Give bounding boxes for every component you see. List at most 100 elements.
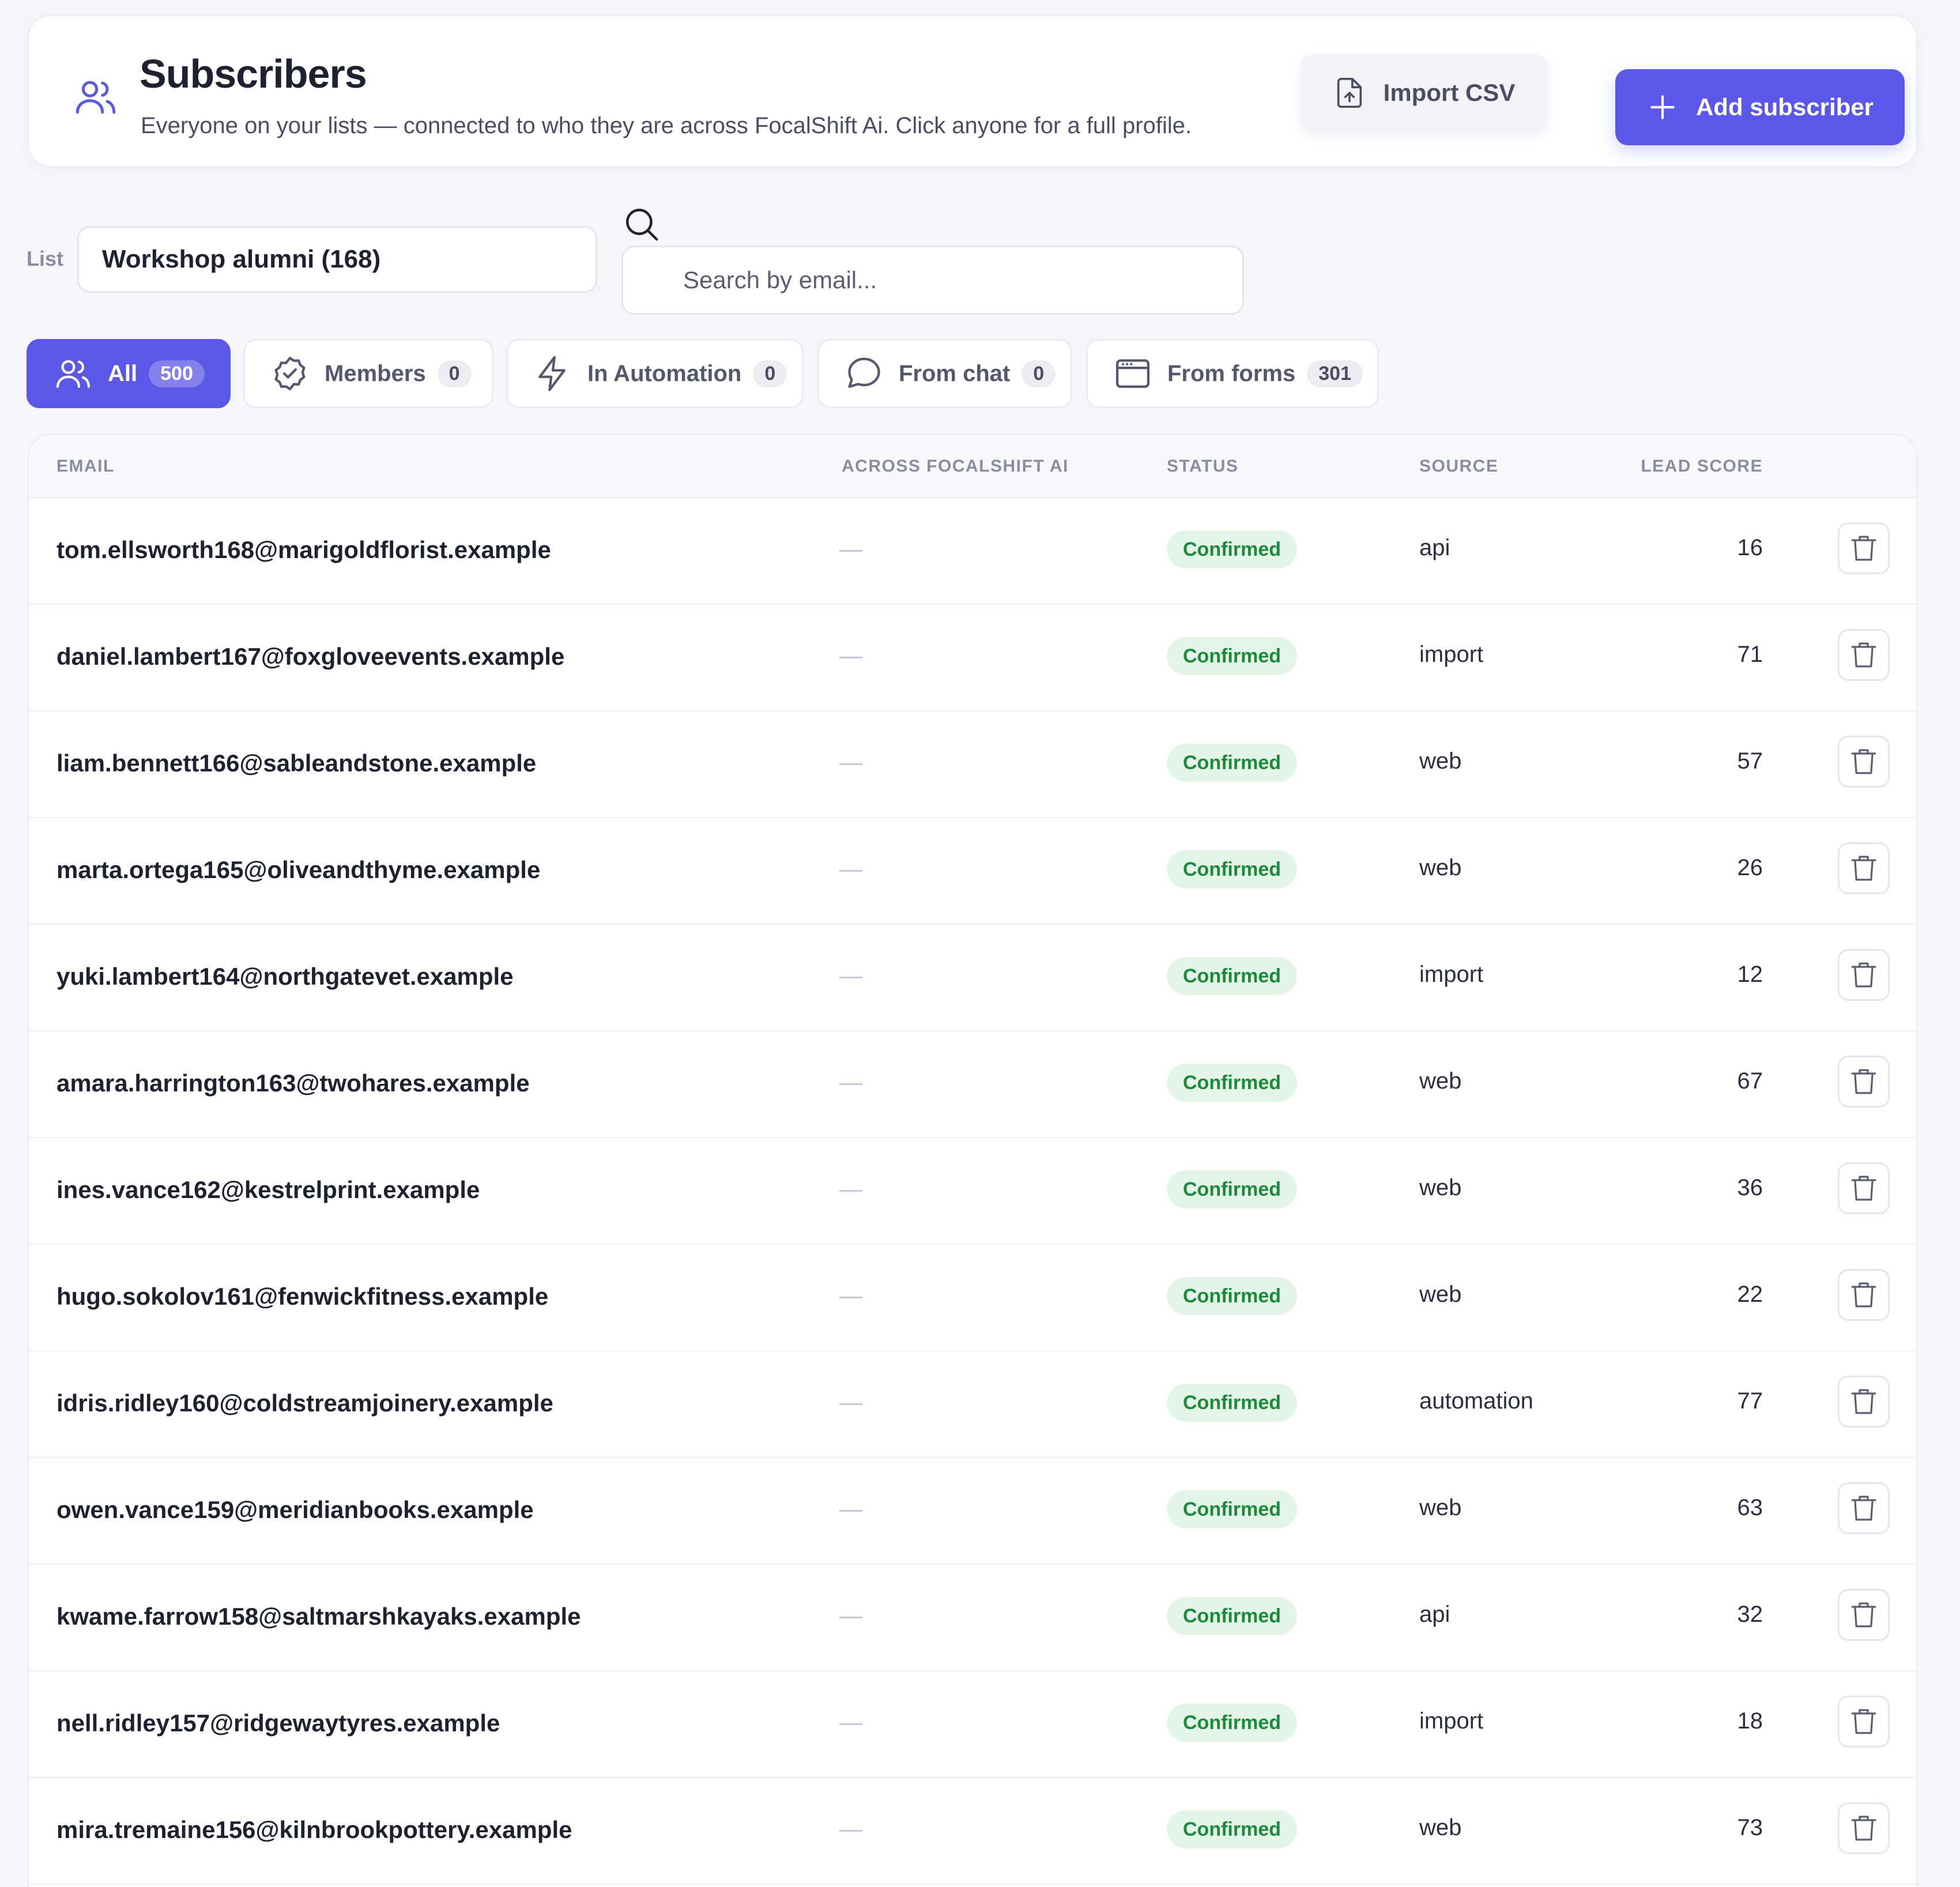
tab-from-chat[interactable]: From chat 0 xyxy=(817,339,1072,408)
status-badge: Confirmed xyxy=(1167,1384,1297,1422)
status-badge: Confirmed xyxy=(1167,530,1297,568)
trash-icon xyxy=(1851,962,1876,988)
delete-subscriber-button[interactable] xyxy=(1838,1696,1890,1747)
table-row[interactable]: liam.bennett166@sableandstone.example Con… xyxy=(29,711,1916,818)
tab-all[interactable]: All 500 xyxy=(27,339,231,408)
table-row[interactable]: mira.tremaine156@kilnbrookpottery.exampl… xyxy=(29,1778,1916,1885)
across-empty-dash xyxy=(839,1190,862,1192)
table-row[interactable]: nell.ridley157@ridgewaytyres.example Conf… xyxy=(29,1671,1916,1778)
table-row[interactable]: tom.ellsworth168@marigoldflorist.example… xyxy=(29,498,1916,605)
delete-subscriber-button[interactable] xyxy=(1838,736,1890,788)
column-header-lead-score[interactable]: LEAD SCORE xyxy=(1641,457,1763,476)
delete-subscriber-button[interactable] xyxy=(1838,1162,1890,1214)
tab-count-badge: 500 xyxy=(149,360,205,387)
subscriber-email[interactable]: owen.vance159@meridianbooks.example xyxy=(56,1496,534,1524)
users-icon xyxy=(76,81,116,114)
trash-icon xyxy=(1851,1496,1876,1521)
table-row[interactable]: amara.harrington163@twohares.example Conf… xyxy=(29,1031,1916,1138)
lead-score: 26 xyxy=(1737,855,1763,880)
status-badge: Confirmed xyxy=(1167,1810,1297,1848)
delete-subscriber-button[interactable] xyxy=(1838,522,1890,574)
search-icon xyxy=(626,209,658,241)
delete-subscriber-button[interactable] xyxy=(1838,629,1890,681)
subscriber-source: import xyxy=(1419,962,1484,987)
column-header-status[interactable]: STATUS xyxy=(1167,457,1239,476)
subscriber-email[interactable]: marta.ortega165@oliveandthyme.example xyxy=(56,856,540,884)
lead-score: 18 xyxy=(1737,1708,1763,1734)
subscriber-source: automation xyxy=(1419,1388,1533,1414)
list-select[interactable]: Workshop alumni (168) xyxy=(77,226,597,293)
add-subscriber-button[interactable]: Add subscriber xyxy=(1615,69,1905,145)
column-header-across[interactable]: ACROSS FOCALSHIFT AI xyxy=(842,457,1069,476)
trash-icon xyxy=(1851,1069,1876,1094)
trash-icon xyxy=(1851,1389,1876,1414)
users-icon xyxy=(56,360,91,388)
trash-icon xyxy=(1851,1176,1876,1201)
trash-icon xyxy=(1851,642,1876,668)
status-badge: Confirmed xyxy=(1167,1704,1297,1742)
subscriber-email[interactable]: hugo.sokolov161@fenwickfitness.example xyxy=(56,1283,548,1310)
tab-in-automation[interactable]: In Automation 0 xyxy=(506,339,804,408)
subscriber-source: web xyxy=(1419,1495,1462,1520)
subscriber-email[interactable]: daniel.lambert167@foxgloveevents.example xyxy=(56,643,564,671)
subscriber-email[interactable]: amara.harrington163@twohares.example xyxy=(56,1069,530,1097)
table-row[interactable]: hugo.sokolov161@fenwickfitness.example Co… xyxy=(29,1245,1916,1351)
lead-score: 32 xyxy=(1737,1602,1763,1627)
table-row[interactable]: kwame.farrow158@saltmarshkayaks.example C… xyxy=(29,1565,1916,1671)
import-csv-label: Import CSV xyxy=(1383,79,1516,106)
across-empty-dash xyxy=(839,1723,862,1725)
status-badge: Confirmed xyxy=(1167,1064,1297,1102)
verified-badge-icon xyxy=(274,356,306,391)
column-header-source[interactable]: SOURCE xyxy=(1419,457,1498,476)
across-empty-dash xyxy=(839,1083,862,1085)
subscriber-email[interactable]: idris.ridley160@coldstreamjoinery.exampl… xyxy=(56,1389,553,1417)
subscriber-email[interactable]: ines.vance162@kestrelprint.example xyxy=(56,1176,480,1204)
delete-subscriber-button[interactable] xyxy=(1838,1269,1890,1321)
tab-count-badge: 301 xyxy=(1307,360,1363,387)
file-upload-icon xyxy=(1337,78,1362,108)
delete-subscriber-button[interactable] xyxy=(1838,1056,1890,1108)
status-badge: Confirmed xyxy=(1167,850,1297,888)
subscriber-source: import xyxy=(1419,1708,1484,1734)
table-header: EMAIL ACROSS FOCALSHIFT AI STATUS SOURCE… xyxy=(29,435,1916,498)
chat-bubble-icon xyxy=(848,357,880,388)
tab-count-badge: 0 xyxy=(753,360,787,387)
subscriber-source: web xyxy=(1419,1282,1462,1307)
lead-score: 73 xyxy=(1737,1815,1763,1840)
delete-subscriber-button[interactable] xyxy=(1838,1482,1890,1534)
table-row[interactable]: idris.ridley160@coldstreamjoinery.exampl… xyxy=(29,1351,1916,1458)
tab-members[interactable]: Members 0 xyxy=(243,339,493,408)
table-row[interactable]: marta.ortega165@oliveandthyme.example Con… xyxy=(29,818,1916,925)
lightning-icon xyxy=(538,356,566,391)
lead-score: 71 xyxy=(1737,642,1763,667)
subscriber-email[interactable]: mira.tremaine156@kilnbrookpottery.exampl… xyxy=(56,1816,572,1844)
subscriber-email[interactable]: yuki.lambert164@northgatevet.example xyxy=(56,963,514,990)
tab-from-forms[interactable]: From forms 301 xyxy=(1086,339,1379,408)
trash-icon xyxy=(1851,1602,1876,1628)
subscriber-email[interactable]: tom.ellsworth168@marigoldflorist.example xyxy=(56,536,551,564)
lead-score: 36 xyxy=(1737,1175,1763,1200)
across-empty-dash xyxy=(839,763,862,765)
lead-score: 57 xyxy=(1737,748,1763,774)
delete-subscriber-button[interactable] xyxy=(1838,949,1890,1001)
table-row[interactable]: yuki.lambert164@northgatevet.example Conf… xyxy=(29,925,1916,1031)
delete-subscriber-button[interactable] xyxy=(1838,842,1890,894)
search-input[interactable] xyxy=(621,246,1244,315)
tab-count-badge: 0 xyxy=(1022,360,1056,387)
page-title: Subscribers xyxy=(140,51,367,96)
table-row[interactable]: ines.vance162@kestrelprint.example Confir… xyxy=(29,1138,1916,1245)
subscriber-email[interactable]: kwame.farrow158@saltmarshkayaks.example xyxy=(56,1603,581,1630)
subscriber-email[interactable]: liam.bennett166@sableandstone.example xyxy=(56,749,536,777)
delete-subscriber-button[interactable] xyxy=(1838,1589,1890,1641)
across-empty-dash xyxy=(839,1403,862,1405)
lead-score: 63 xyxy=(1737,1495,1763,1520)
delete-subscriber-button[interactable] xyxy=(1838,1376,1890,1428)
table-row[interactable]: owen.vance159@meridianbooks.example Confi… xyxy=(29,1458,1916,1565)
column-header-email[interactable]: EMAIL xyxy=(56,457,115,476)
delete-subscriber-button[interactable] xyxy=(1838,1802,1890,1854)
subscribers-table: EMAIL ACROSS FOCALSHIFT AI STATUS SOURCE… xyxy=(28,434,1917,1887)
across-empty-dash xyxy=(839,657,862,658)
import-csv-button[interactable]: Import CSV xyxy=(1301,54,1547,131)
table-row[interactable]: daniel.lambert167@foxgloveevents.example… xyxy=(29,605,1916,711)
subscriber-email[interactable]: nell.ridley157@ridgewaytyres.example xyxy=(56,1709,500,1737)
